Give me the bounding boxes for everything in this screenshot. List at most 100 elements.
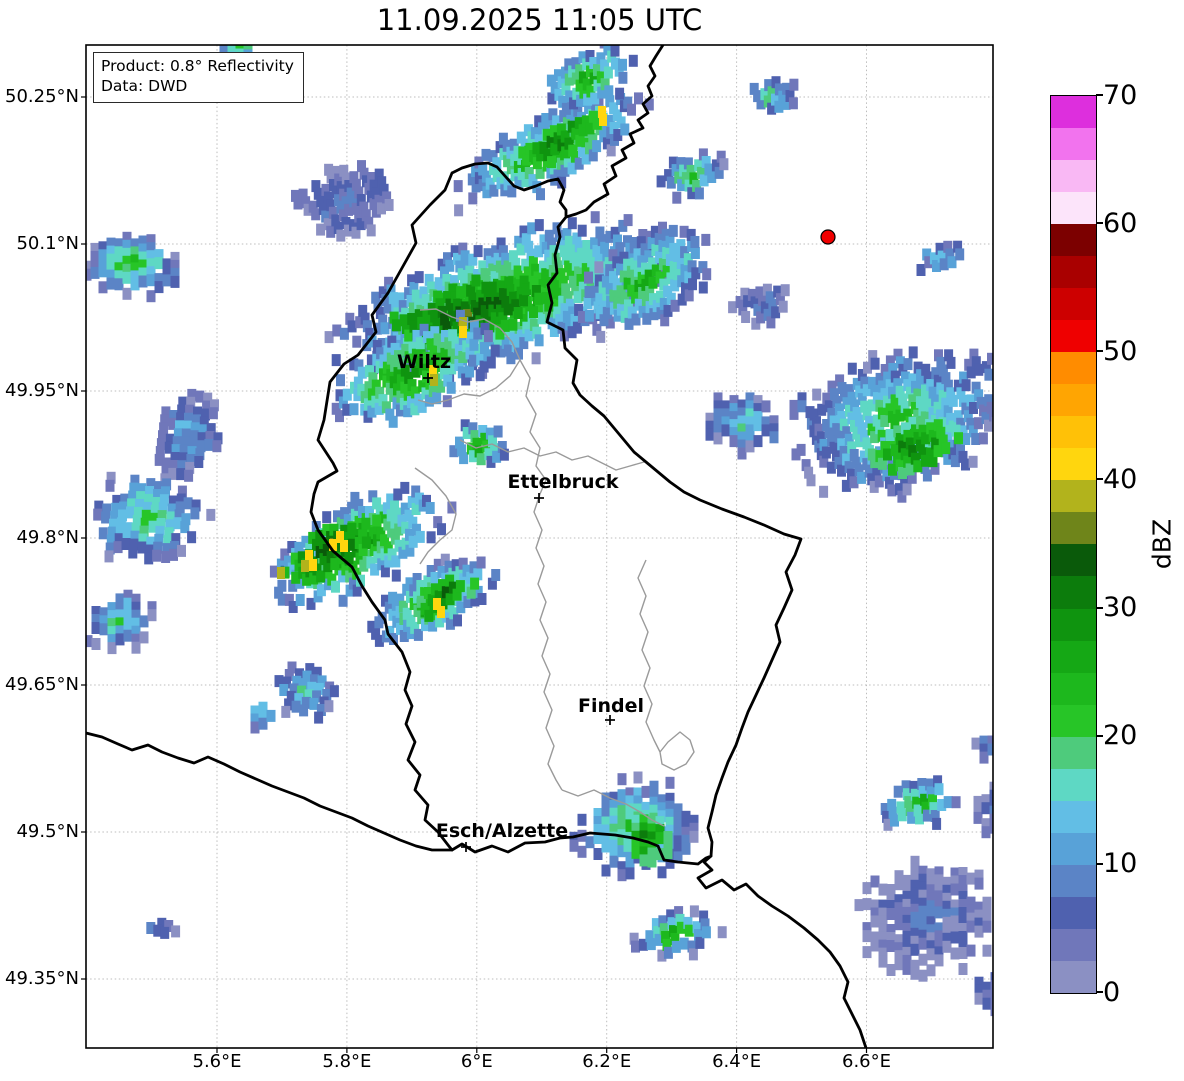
- radar-cell: [780, 284, 790, 297]
- radar-cell: [979, 751, 989, 764]
- radar-cell: [590, 211, 600, 224]
- radar-cell: [536, 188, 545, 201]
- radar-cell: [926, 964, 936, 977]
- radar-cell: [569, 839, 579, 852]
- radar-cell: [625, 867, 635, 880]
- radar-cell: [698, 281, 708, 294]
- radar-cell: [446, 381, 456, 394]
- radar-cell: [684, 289, 694, 302]
- radar-cell: [91, 638, 101, 650]
- y-tick-label: 49.5°N: [16, 821, 79, 842]
- radar-cell: [258, 717, 268, 730]
- radar-cell: [628, 54, 638, 67]
- radar-cell: [584, 309, 594, 322]
- radar-cell: [190, 507, 200, 520]
- radar-cell: [601, 864, 611, 877]
- radar-cell: [870, 939, 880, 952]
- product-info-box: Product: 0.8° Reflectivity Data: DWD: [93, 52, 304, 103]
- radar-cell: [971, 433, 981, 445]
- radar-cell: [347, 522, 357, 535]
- radar-cell: [950, 883, 960, 896]
- radar-cell: [204, 438, 214, 451]
- city-label: Wiltz: [396, 351, 452, 373]
- radar-cell: [862, 930, 872, 943]
- radar-cell: [577, 813, 587, 826]
- radar-cell: [453, 614, 462, 627]
- radar-cell: [741, 311, 751, 323]
- colorbar-tick-mark: [1096, 606, 1103, 609]
- colorbar-segment: [1051, 512, 1096, 545]
- colorbar-segment: [1051, 544, 1096, 577]
- radar-cell: [519, 294, 528, 307]
- colorbar-segment: [1051, 288, 1096, 321]
- radar-cell: [788, 97, 798, 110]
- radar-cell: [352, 335, 362, 348]
- colorbar-tick-label: 50: [1103, 335, 1138, 367]
- radar-cell: [998, 820, 1007, 832]
- radar-cell: [324, 700, 334, 713]
- radar-cell: [609, 855, 619, 868]
- radar-cell: [170, 275, 180, 288]
- radar-cell: [90, 266, 100, 279]
- radar-cell: [657, 866, 667, 879]
- radar-cell: [322, 511, 332, 524]
- radar-cell: [106, 277, 116, 290]
- radar-cell: [623, 214, 633, 227]
- radar-cell: [331, 354, 341, 367]
- radar-cell: [618, 71, 628, 84]
- radar-cell: [206, 508, 216, 521]
- colorbar-segment: [1051, 416, 1096, 449]
- radar-cell: [529, 306, 538, 319]
- radar-cell: [982, 997, 992, 1010]
- colorbar-tick-mark: [1096, 350, 1103, 353]
- radar-cell: [426, 531, 436, 544]
- colorbar-segment: [1051, 640, 1096, 673]
- radar-cell: [349, 403, 359, 416]
- radar-cell: [918, 937, 928, 950]
- radar-cell: [577, 845, 587, 858]
- colorbar-segment: [1051, 384, 1096, 417]
- radar-cell: [513, 307, 523, 319]
- colorbar-tick-label: 0: [1103, 976, 1121, 1008]
- radar-cell: [476, 556, 486, 569]
- colorbar-segment: [1051, 736, 1096, 769]
- radar-cell: [701, 233, 711, 246]
- radar-cell: [139, 615, 149, 628]
- product-info-line2: Data: DWD: [101, 77, 188, 96]
- colorbar-tick-label: 60: [1103, 207, 1138, 239]
- colorbar-segment: [1051, 352, 1096, 385]
- radar-cell: [138, 275, 148, 288]
- colorbar-segment: [1051, 320, 1096, 353]
- radar-cell: [277, 579, 287, 592]
- colorbar-segment: [1051, 448, 1096, 481]
- radar-cell: [870, 875, 880, 888]
- radar-cell: [208, 407, 218, 420]
- radar-cell: [862, 882, 872, 895]
- radar-cell: [870, 915, 880, 928]
- radar-cell: [941, 442, 951, 455]
- radar-cell: [160, 926, 170, 939]
- radar-cell: [886, 964, 896, 976]
- radar-cell: [168, 467, 178, 480]
- colorbar-tick-mark: [1096, 991, 1103, 993]
- radar-cell: [996, 735, 1005, 747]
- radar-cell: [194, 456, 204, 468]
- radar-cell: [324, 331, 334, 344]
- radar-cell: [295, 594, 305, 606]
- radar-strong-cell: [340, 540, 348, 552]
- radar-cell: [903, 358, 913, 371]
- radar-cell: [997, 407, 1006, 419]
- radar-cell: [663, 946, 673, 959]
- radar-cell: [380, 322, 390, 335]
- radar-cell: [655, 832, 665, 845]
- radar-cell: [990, 1004, 993, 1017]
- radar-cell: [918, 969, 928, 982]
- colorbar-segment: [1051, 896, 1096, 929]
- radar-cell: [154, 257, 164, 270]
- y-tick-label: 50.25°N: [5, 86, 79, 107]
- colorbar-segment: [1051, 800, 1096, 833]
- radar-cell: [721, 424, 731, 437]
- radar-cell: [177, 544, 186, 557]
- radar-cell: [339, 327, 349, 340]
- radar-strong-cell: [430, 374, 438, 386]
